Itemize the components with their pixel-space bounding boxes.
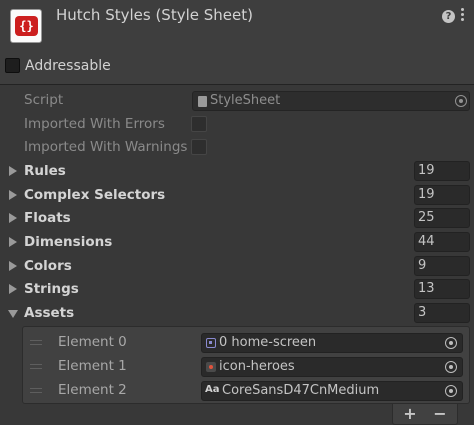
- add-element-button[interactable]: +: [400, 404, 420, 424]
- foldout-colors[interactable]: Colors: [24, 258, 72, 274]
- asset-object-field[interactable]: icon-heroes: [201, 357, 463, 377]
- asset-value: icon-heroes: [219, 359, 295, 374]
- collapse-arrow-icon[interactable]: [8, 310, 18, 318]
- imported-errors-checkbox: [191, 116, 207, 132]
- foldout-strings[interactable]: Strings: [24, 281, 79, 297]
- brace-glyph: {}: [15, 16, 38, 36]
- expand-arrow-icon[interactable]: [9, 284, 17, 294]
- font-icon: Aa: [205, 384, 220, 395]
- uxml-icon: [206, 338, 216, 348]
- expand-arrow-icon[interactable]: [9, 166, 17, 176]
- foldout-rules[interactable]: Rules: [24, 163, 66, 179]
- imported-errors-label: Imported With Errors: [24, 116, 165, 132]
- foldout-floats[interactable]: Floats: [24, 210, 71, 226]
- dimensions-count-field[interactable]: 44: [414, 232, 470, 252]
- asset-object-field[interactable]: Aa CoreSansD47CnMedium: [201, 381, 463, 401]
- list-item-label: Element 0: [58, 334, 127, 350]
- colors-count-field[interactable]: 9: [414, 256, 470, 276]
- kebab-menu-icon[interactable]: [460, 7, 466, 23]
- expand-arrow-icon[interactable]: [9, 190, 17, 200]
- help-icon[interactable]: ?: [442, 10, 455, 23]
- imported-warnings-checkbox: [191, 139, 207, 155]
- assets-count-field[interactable]: 3: [414, 303, 470, 323]
- inspector-header: {} Hutch Styles (Style Sheet) ? Addressa…: [0, 0, 474, 85]
- expand-arrow-icon[interactable]: [9, 213, 17, 223]
- script-file-icon: [198, 96, 207, 107]
- object-picker-icon[interactable]: [445, 337, 457, 349]
- object-picker-icon[interactable]: [455, 95, 467, 107]
- script-field[interactable]: StyleSheet: [192, 91, 470, 111]
- drag-handle[interactable]: [30, 340, 42, 345]
- remove-element-button[interactable]: −: [430, 404, 450, 424]
- list-item-label: Element 2: [58, 382, 127, 398]
- expand-arrow-icon[interactable]: [9, 261, 17, 271]
- complex-selectors-count-field[interactable]: 19: [414, 185, 470, 205]
- addressable-checkbox[interactable]: [5, 58, 20, 73]
- stylesheet-icon: {}: [10, 9, 42, 43]
- sprite-icon: [206, 362, 216, 372]
- expand-arrow-icon[interactable]: [9, 237, 17, 247]
- object-picker-icon[interactable]: [445, 385, 457, 397]
- asset-object-field[interactable]: 0 home-screen: [201, 333, 463, 353]
- list-footer: + −: [392, 404, 458, 425]
- drag-handle[interactable]: [30, 364, 42, 369]
- inspector-title: Hutch Styles (Style Sheet): [56, 6, 253, 24]
- asset-value: 0 home-screen: [219, 335, 317, 350]
- foldout-assets[interactable]: Assets: [24, 305, 74, 321]
- strings-count-field[interactable]: 13: [414, 279, 470, 299]
- asset-value: CoreSansD47CnMedium: [222, 383, 380, 398]
- script-label: Script: [24, 92, 64, 108]
- foldout-dimensions[interactable]: Dimensions: [24, 234, 112, 250]
- object-picker-icon[interactable]: [445, 361, 457, 373]
- floats-count-field[interactable]: 25: [414, 208, 470, 228]
- list-item-label: Element 1: [58, 358, 127, 374]
- script-value: StyleSheet: [210, 93, 281, 108]
- imported-warnings-label: Imported With Warnings: [24, 139, 188, 155]
- addressable-label: Addressable: [25, 58, 111, 74]
- rules-count-field[interactable]: 19: [414, 161, 470, 181]
- foldout-complex-selectors[interactable]: Complex Selectors: [24, 187, 165, 203]
- drag-handle[interactable]: [30, 388, 42, 393]
